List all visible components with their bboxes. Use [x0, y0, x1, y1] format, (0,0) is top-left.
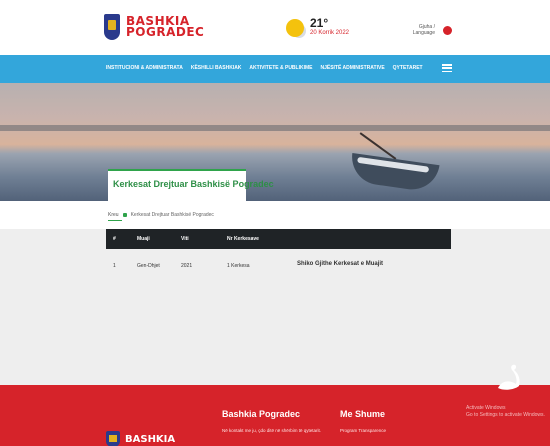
breadcrumb-underline [108, 220, 122, 221]
footer-col2-title: Me Shume [340, 409, 386, 419]
sun-cloud-icon [286, 19, 304, 37]
site-logo[interactable]: BASHKIA POGRADEC [104, 14, 204, 40]
watermark-line-1: Activate Windows [466, 405, 506, 411]
footer-link-program[interactable]: Program Transparence [340, 428, 386, 433]
hero-boat [348, 153, 440, 193]
view-requests-link[interactable]: Shiko Gjithe Kerkesat e Muajit [297, 261, 383, 267]
logo-line-2: POGRADEC [126, 25, 205, 39]
table-row: 1 Gen-Dhjet 2021 1 Kerkesa Shiko Gjithe … [106, 257, 451, 273]
nav-items: INSTITUCIONI & ADMINISTRATA KËSHILLI BAS… [106, 65, 423, 71]
footer-logo-text: BASHKIA [125, 433, 176, 445]
weather-date: 20 Korrik 2022 [310, 30, 350, 36]
nav-item-njesite[interactable]: NJËSITË ADMINISTRATIVE [320, 65, 384, 71]
row-count: 1 Kerkesa [227, 263, 250, 269]
breadcrumb-current: Kerkesat Drejtuar Bashkisë Pogradec [130, 212, 214, 218]
row-month: Gen-Dhjet [137, 263, 160, 269]
column-header-month: Muaji [137, 236, 150, 242]
nav-item-qytetaret[interactable]: QYTETARET [393, 65, 423, 71]
nav-item-keshilli[interactable]: KËSHILLI BASHKIAK [191, 65, 242, 71]
column-header-count: Nr Kerkesave [227, 236, 259, 242]
crest-icon [104, 14, 120, 40]
hamburger-icon[interactable] [442, 64, 452, 72]
weather-info: 21° 20 Korrik 2022 [310, 16, 350, 38]
breadcrumb-separator-icon [122, 213, 127, 217]
hero-banner [0, 83, 550, 201]
main-nav: INSTITUCIONI & ADMINISTRATA KËSHILLI BAS… [0, 55, 550, 83]
logo-text: BASHKIA POGRADEC [126, 15, 205, 39]
crest-icon [106, 431, 120, 446]
breadcrumb-home[interactable]: Kreu [108, 212, 119, 218]
site-header: BASHKIA POGRADEC 21° 20 Korrik 2022 Gjuh… [0, 0, 550, 55]
albania-flag-icon[interactable] [443, 25, 452, 35]
hero-shoreline [0, 125, 550, 131]
page-title-box: Kerkesat Drejtuar Bashkisë Pogradec [108, 169, 274, 201]
breadcrumb: Kreu Kerkesat Drejtuar Bashkisë Pogradec [108, 212, 214, 218]
weather-temperature: 21° [310, 16, 329, 30]
column-header-index: # [113, 236, 116, 242]
nav-item-aktivitete[interactable]: AKTIVITETE & PUBLIKIME [249, 65, 312, 71]
watermark-line-2: Go to Settings to activate Windows. [466, 412, 545, 418]
hamburger-line [442, 67, 452, 69]
page-title: Kerkesat Drejtuar Bashkisë Pogradec [113, 179, 274, 189]
table-header: # Muaji Viti Nr Kerkesave [106, 229, 451, 249]
windows-activation-watermark: Activate Windows Go to Settings to activ… [466, 405, 545, 419]
weather-widget: 21° 20 Korrik 2022 [286, 16, 350, 38]
content-area [0, 229, 550, 385]
row-year: 2021 [181, 263, 193, 269]
hamburger-line [442, 70, 452, 72]
hamburger-line [442, 64, 452, 66]
row-index: 1 [113, 263, 116, 269]
language-label: Gjuha / Language [412, 24, 435, 36]
column-header-year: Viti [181, 236, 189, 242]
language-selector[interactable]: Gjuha / Language [411, 24, 452, 36]
footer-logo[interactable]: BASHKIA [106, 431, 175, 446]
nav-item-institucioni[interactable]: INSTITUCIONI & ADMINISTRATA [106, 65, 183, 71]
swan-icon [498, 364, 520, 390]
footer-col1-title: Bashkia Pogradec [222, 409, 301, 419]
footer-col1-text: Në kontakt me ju, çdo ditë në shërbim të… [222, 428, 322, 433]
